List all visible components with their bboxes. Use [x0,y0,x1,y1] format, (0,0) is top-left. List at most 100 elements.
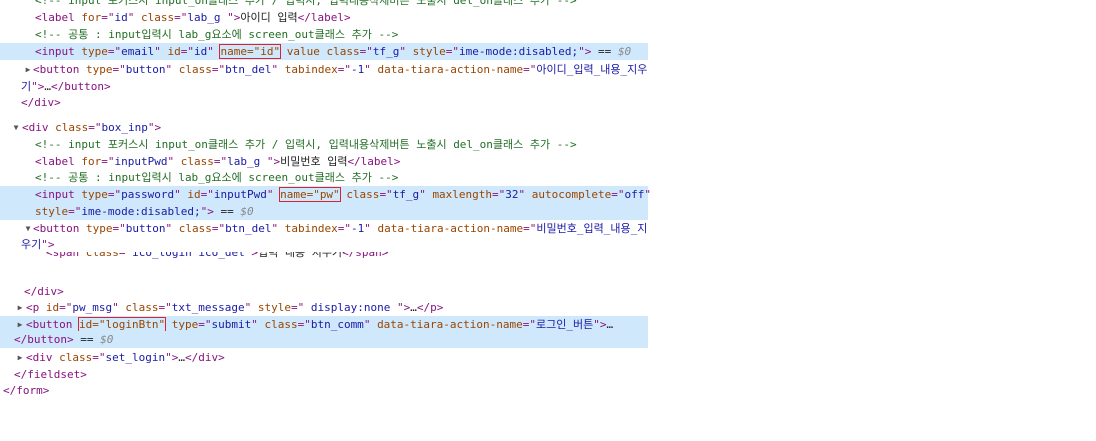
dom-node-row[interactable]: <!-- 공통 : input입력시 lab_g요소에 screen_out클래… [0,169,648,186]
code-token: =" [211,63,226,76]
dom-node-row[interactable]: ▼ <button type="button" class="btn_del" t… [0,220,648,237]
code-token: </div> [21,96,61,109]
code-token: <p [26,301,46,314]
dom-node-row[interactable]: <input type="email" id="id" name="id" va… [0,43,648,60]
code-token: class [85,252,119,259]
code-token: value [286,45,320,58]
code-token: =" [611,188,625,201]
dom-node-row[interactable]: </div> [0,283,648,300]
code-token: button [125,222,166,235]
dom-node-row[interactable]: ▶ <p id="pw_msg" class="txt_message" styl… [0,299,648,316]
dom-node-row[interactable]: <span class="ico_login ico_del">입력 내용 지우… [0,252,648,261]
code-token: <!-- input 포커스시 input_on클래스 추가 / 입력시, 입력… [35,138,577,151]
dom-node-row[interactable]: <label for="inputPwd" class="lab_g ">비밀번… [0,153,648,170]
code-token: <div [22,121,56,134]
code-token: " [644,188,652,201]
code-token: " [364,222,378,235]
code-token: data-tiara-action-name [377,318,523,331]
code-token: =" [107,188,122,201]
expand-triangle-closed-icon[interactable]: ▶ [16,299,24,316]
code-token: " [154,45,168,58]
code-token: " [518,188,532,201]
dom-node-row[interactable]: style="ime-mode:disabled;"> == $0 [0,203,648,220]
code-token: =" [297,318,311,331]
code-token: class [180,155,214,168]
dom-node-row[interactable]: ▼ <div class="box_inp"> [0,119,648,136]
expand-triangle-open-icon[interactable]: ▼ [12,119,20,136]
code-token: =" [112,222,126,235]
code-token: 로그인_버튼 [536,318,594,331]
code-token: " [363,318,378,331]
code-token: =" [290,301,305,314]
code-token: " [207,45,221,58]
dom-node-row[interactable]: <!-- 공통 : input입력시 lab_g요소에 screen_out클래… [0,26,648,43]
dom-node-text: <label for="id" class="lab_g ">아이디 입력</l… [35,9,351,26]
code-token: " [271,63,285,76]
highlighted-attribute: name="pw" [279,187,341,202]
code-token: -1 [350,63,365,76]
code-token: "> [244,252,258,259]
dom-node-text: <input type="password" id="inputPwd" nam… [35,186,651,203]
dom-node-row[interactable]: 우기"> [0,236,648,253]
expand-triangle-closed-icon[interactable]: ▶ [24,61,32,78]
code-token: 비밀번호 입력 [280,155,348,168]
code-token: =" [118,252,133,259]
code-token: =" [492,188,506,201]
code-token: … [178,351,185,364]
code-token: =" [522,318,537,331]
code-token: $0 [617,45,632,58]
code-token: set_login [105,351,166,364]
code-token: =" [359,45,373,58]
dom-node-text: </div> [21,94,61,111]
code-token: <button [33,222,86,235]
dom-node-text: <!-- 공통 : input입력시 lab_g요소에 screen_out클래… [35,26,398,43]
code-token: </form> [3,384,50,397]
code-token: "> [396,301,411,314]
code-token: id [193,45,208,58]
code-token: id [45,301,60,314]
dom-node-row[interactable]: ▶ <div class="set_login">…</div> [0,349,648,366]
dom-node-text: <!-- input 포커스시 input_on클래스 추가 / 입력시, 입력… [35,136,577,153]
dom-node-row[interactable]: <label for="id" class="lab_g ">아이디 입력</l… [0,9,648,26]
code-token: style [35,205,69,218]
dom-node-row[interactable]: <!-- input 포커스시 input_on클래스 추가 / 입력시, 입력… [0,136,648,153]
code-token: " [165,63,179,76]
code-token: <input [35,45,82,58]
expand-triangle-closed-icon[interactable]: ▶ [16,349,24,366]
code-token: password [121,188,175,201]
code-token: class [59,351,93,364]
code-token: -1 [350,222,365,235]
dom-node-text: style="ime-mode:disabled;"> == $0 [35,203,254,220]
code-token: </p> [416,301,444,314]
dom-node-row[interactable]: </div> [0,94,648,111]
code-token: " [364,63,378,76]
code-token: … [410,301,417,314]
code-token: </div> [184,351,225,364]
dom-node-row[interactable]: </button> == $0 [0,331,648,348]
dom-node-row[interactable]: <!-- input 포커스시 input_on클래스 추가 / 입력시, 입력… [0,0,648,9]
code-token: class [125,301,159,314]
dom-node-row[interactable]: ▶ <button type="button" class="btn_del" t… [0,61,648,78]
dom-node-row[interactable]: 기">…</button> [0,78,648,95]
code-token: <!-- 공통 : input입력시 lab_g요소에 screen_out클래… [35,28,399,41]
code-token: </div> [24,285,64,298]
code-token: email [121,45,155,58]
code-token: pw_msg [72,301,113,314]
dom-node-text: </fieldset> [14,366,87,383]
dom-node-text: <label for="inputPwd" class="lab_g ">비밀번… [35,153,400,170]
code-token: maxlength [432,188,493,201]
code-token: lab_g [187,11,221,24]
code-token: type [81,188,108,201]
code-token: <!-- 공통 : input입력시 lab_g요소에 screen_out클래… [35,171,399,184]
code-token: "> [165,351,179,364]
dom-node-text: </button> == $0 [14,331,113,348]
expand-triangle-open-icon[interactable]: ▼ [24,220,32,237]
code-token: id [114,11,128,24]
code-token: " [266,188,281,201]
dom-node-row[interactable]: <input type="password" id="inputPwd" nam… [0,186,651,203]
dom-node-row[interactable]: </fieldset> [0,366,648,383]
dom-node-text: 기">…</button> [21,78,111,95]
code-token: btn_comm [310,318,364,331]
dom-node-row[interactable]: </form> [0,382,648,399]
